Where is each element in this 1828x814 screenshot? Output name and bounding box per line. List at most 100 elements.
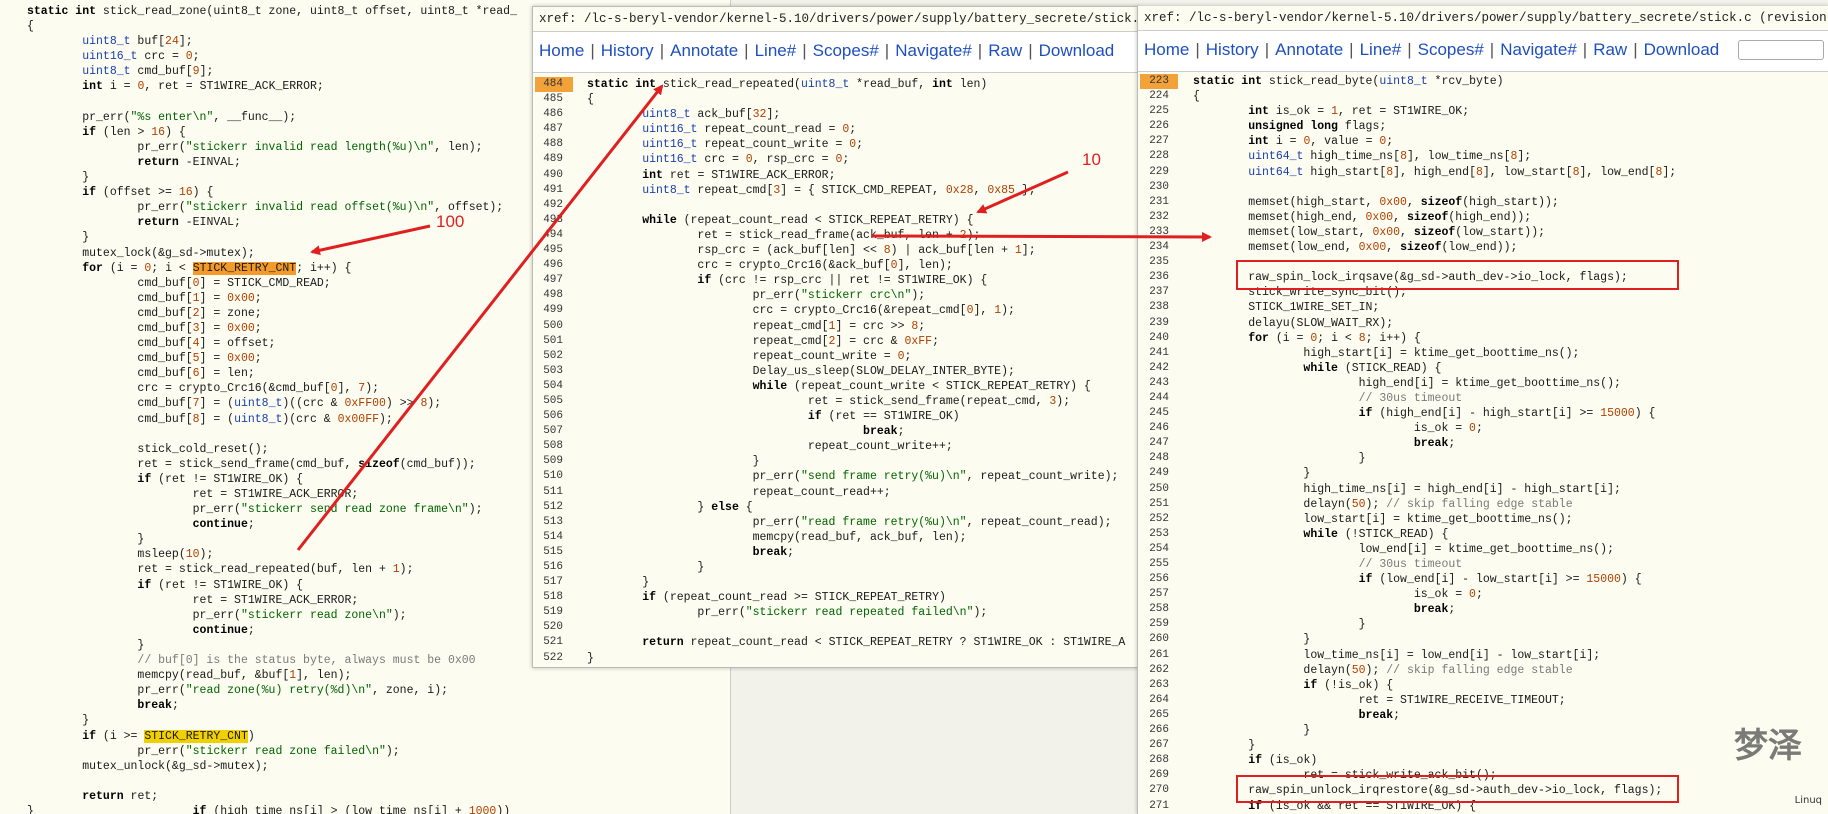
right-line-number[interactable]: 265 xyxy=(1138,708,1169,723)
mid-nav-history[interactable]: History xyxy=(595,41,660,61)
right-line-number[interactable]: 271 xyxy=(1138,799,1169,814)
right-line-number[interactable]: 230 xyxy=(1138,180,1169,195)
right-line-number[interactable]: 251 xyxy=(1138,497,1169,512)
mid-line-number[interactable]: 489 xyxy=(533,152,563,167)
right-line-number[interactable]: 259 xyxy=(1138,617,1169,632)
mid-line-number[interactable]: 504 xyxy=(533,379,563,394)
mid-line-number[interactable]: 501 xyxy=(533,334,563,349)
mid-line-number[interactable]: 499 xyxy=(533,303,563,318)
mid-line-number[interactable]: 510 xyxy=(533,469,563,484)
right-line-number[interactable]: 250 xyxy=(1138,482,1169,497)
right-line-number[interactable]: 235 xyxy=(1138,255,1169,270)
right-line-number[interactable]: 263 xyxy=(1138,678,1169,693)
mid-line-number[interactable]: 486 xyxy=(533,107,563,122)
mid-line-number[interactable]: 517 xyxy=(533,575,563,590)
right-line-number[interactable]: 242 xyxy=(1138,361,1169,376)
right-line-number[interactable]: 245 xyxy=(1138,406,1169,421)
right-line-number[interactable]: 239 xyxy=(1138,316,1169,331)
mid-line-number[interactable]: 485 xyxy=(533,92,563,107)
mid-nav-download[interactable]: Download xyxy=(1033,41,1121,61)
right-line-number[interactable]: 233 xyxy=(1138,225,1169,240)
right-nav-line[interactable]: Line# xyxy=(1354,40,1408,60)
right-line-number[interactable]: 252 xyxy=(1138,512,1169,527)
right-nav-scopes[interactable]: Scopes# xyxy=(1412,40,1490,60)
mid-line-number[interactable]: 492 xyxy=(533,198,563,213)
right-line-number[interactable]: 244 xyxy=(1138,391,1169,406)
right-line-number[interactable]: 243 xyxy=(1138,376,1169,391)
right-line-number[interactable]: 268 xyxy=(1138,753,1169,768)
right-line-number[interactable]: 254 xyxy=(1138,542,1169,557)
right-line-number[interactable]: 231 xyxy=(1138,195,1169,210)
mid-line-number[interactable]: 484 xyxy=(533,77,563,92)
mid-line-number[interactable]: 502 xyxy=(533,349,563,364)
mid-nav-raw[interactable]: Raw xyxy=(982,41,1028,61)
right-line-number[interactable]: 237 xyxy=(1138,285,1169,300)
mid-line-number[interactable]: 518 xyxy=(533,590,563,605)
mid-line-number[interactable]: 507 xyxy=(533,424,563,439)
mid-line-number[interactable]: 509 xyxy=(533,454,563,469)
right-nav-raw[interactable]: Raw xyxy=(1587,40,1633,60)
right-line-number[interactable]: 229 xyxy=(1138,165,1169,180)
right-line-number[interactable]: 258 xyxy=(1138,602,1169,617)
right-line-number[interactable]: 266 xyxy=(1138,723,1169,738)
right-nav-history[interactable]: History xyxy=(1200,40,1265,60)
mid-line-number[interactable]: 506 xyxy=(533,409,563,424)
mid-line-number[interactable]: 487 xyxy=(533,122,563,137)
right-nav-download[interactable]: Download xyxy=(1638,40,1726,60)
right-line-number[interactable]: 246 xyxy=(1138,421,1169,436)
mid-line-number[interactable]: 503 xyxy=(533,364,563,379)
mid-line-number[interactable]: 508 xyxy=(533,439,563,454)
right-line-number[interactable]: 264 xyxy=(1138,693,1169,708)
mid-line-number[interactable]: 522 xyxy=(533,651,563,666)
mid-line-number[interactable]: 520 xyxy=(533,620,563,635)
right-line-number[interactable]: 267 xyxy=(1138,738,1169,753)
right-line-number[interactable]: 248 xyxy=(1138,451,1169,466)
right-line-number[interactable]: 247 xyxy=(1138,436,1169,451)
mid-line-number[interactable]: 494 xyxy=(533,228,563,243)
right-line-number[interactable]: 224 xyxy=(1138,89,1169,104)
mid-nav-line[interactable]: Line# xyxy=(749,41,803,61)
right-line-number[interactable]: 240 xyxy=(1138,331,1169,346)
right-line-number[interactable]: 270 xyxy=(1138,783,1169,798)
mid-nav-navigate[interactable]: Navigate# xyxy=(889,41,978,61)
mid-line-number[interactable]: 497 xyxy=(533,273,563,288)
right-line-number[interactable]: 249 xyxy=(1138,466,1169,481)
right-line-number[interactable]: 238 xyxy=(1138,300,1169,315)
right-line-number[interactable]: 262 xyxy=(1138,663,1169,678)
mid-line-number[interactable]: 496 xyxy=(533,258,563,273)
mid-line-number[interactable]: 505 xyxy=(533,394,563,409)
right-line-number[interactable]: 228 xyxy=(1138,149,1169,164)
right-line-number[interactable]: 257 xyxy=(1138,587,1169,602)
mid-nav-annotate[interactable]: Annotate xyxy=(664,41,744,61)
mid-line-number[interactable]: 513 xyxy=(533,515,563,530)
right-line-number[interactable]: 227 xyxy=(1138,134,1169,149)
right-line-number[interactable]: 225 xyxy=(1138,104,1169,119)
right-line-number[interactable]: 269 xyxy=(1138,768,1169,783)
mid-line-number[interactable]: 491 xyxy=(533,183,563,198)
right-search-input[interactable] xyxy=(1738,40,1824,60)
mid-line-number[interactable]: 515 xyxy=(533,545,563,560)
mid-nav-scopes[interactable]: Scopes# xyxy=(807,41,885,61)
mid-nav-home[interactable]: Home xyxy=(533,41,590,61)
right-nav-navigate[interactable]: Navigate# xyxy=(1494,40,1583,60)
mid-line-number[interactable]: 493 xyxy=(533,213,563,228)
mid-line-number[interactable]: 514 xyxy=(533,530,563,545)
mid-line-number[interactable]: 516 xyxy=(533,560,563,575)
mid-line-number[interactable]: 519 xyxy=(533,605,563,620)
mid-line-number[interactable]: 490 xyxy=(533,168,563,183)
mid-line-number[interactable]: 500 xyxy=(533,319,563,334)
mid-line-number[interactable]: 512 xyxy=(533,500,563,515)
right-line-number[interactable]: 256 xyxy=(1138,572,1169,587)
right-line-number[interactable]: 232 xyxy=(1138,210,1169,225)
right-line-number[interactable]: 223 xyxy=(1138,74,1169,89)
mid-line-number[interactable]: 495 xyxy=(533,243,563,258)
right-nav-annotate[interactable]: Annotate xyxy=(1269,40,1349,60)
mid-line-number[interactable]: 521 xyxy=(533,635,563,650)
right-line-number[interactable]: 260 xyxy=(1138,632,1169,647)
right-line-number[interactable]: 261 xyxy=(1138,648,1169,663)
right-line-number[interactable]: 234 xyxy=(1138,240,1169,255)
right-nav-home[interactable]: Home xyxy=(1138,40,1195,60)
mid-line-number[interactable]: 498 xyxy=(533,288,563,303)
mid-line-number[interactable]: 488 xyxy=(533,137,563,152)
right-line-number[interactable]: 253 xyxy=(1138,527,1169,542)
